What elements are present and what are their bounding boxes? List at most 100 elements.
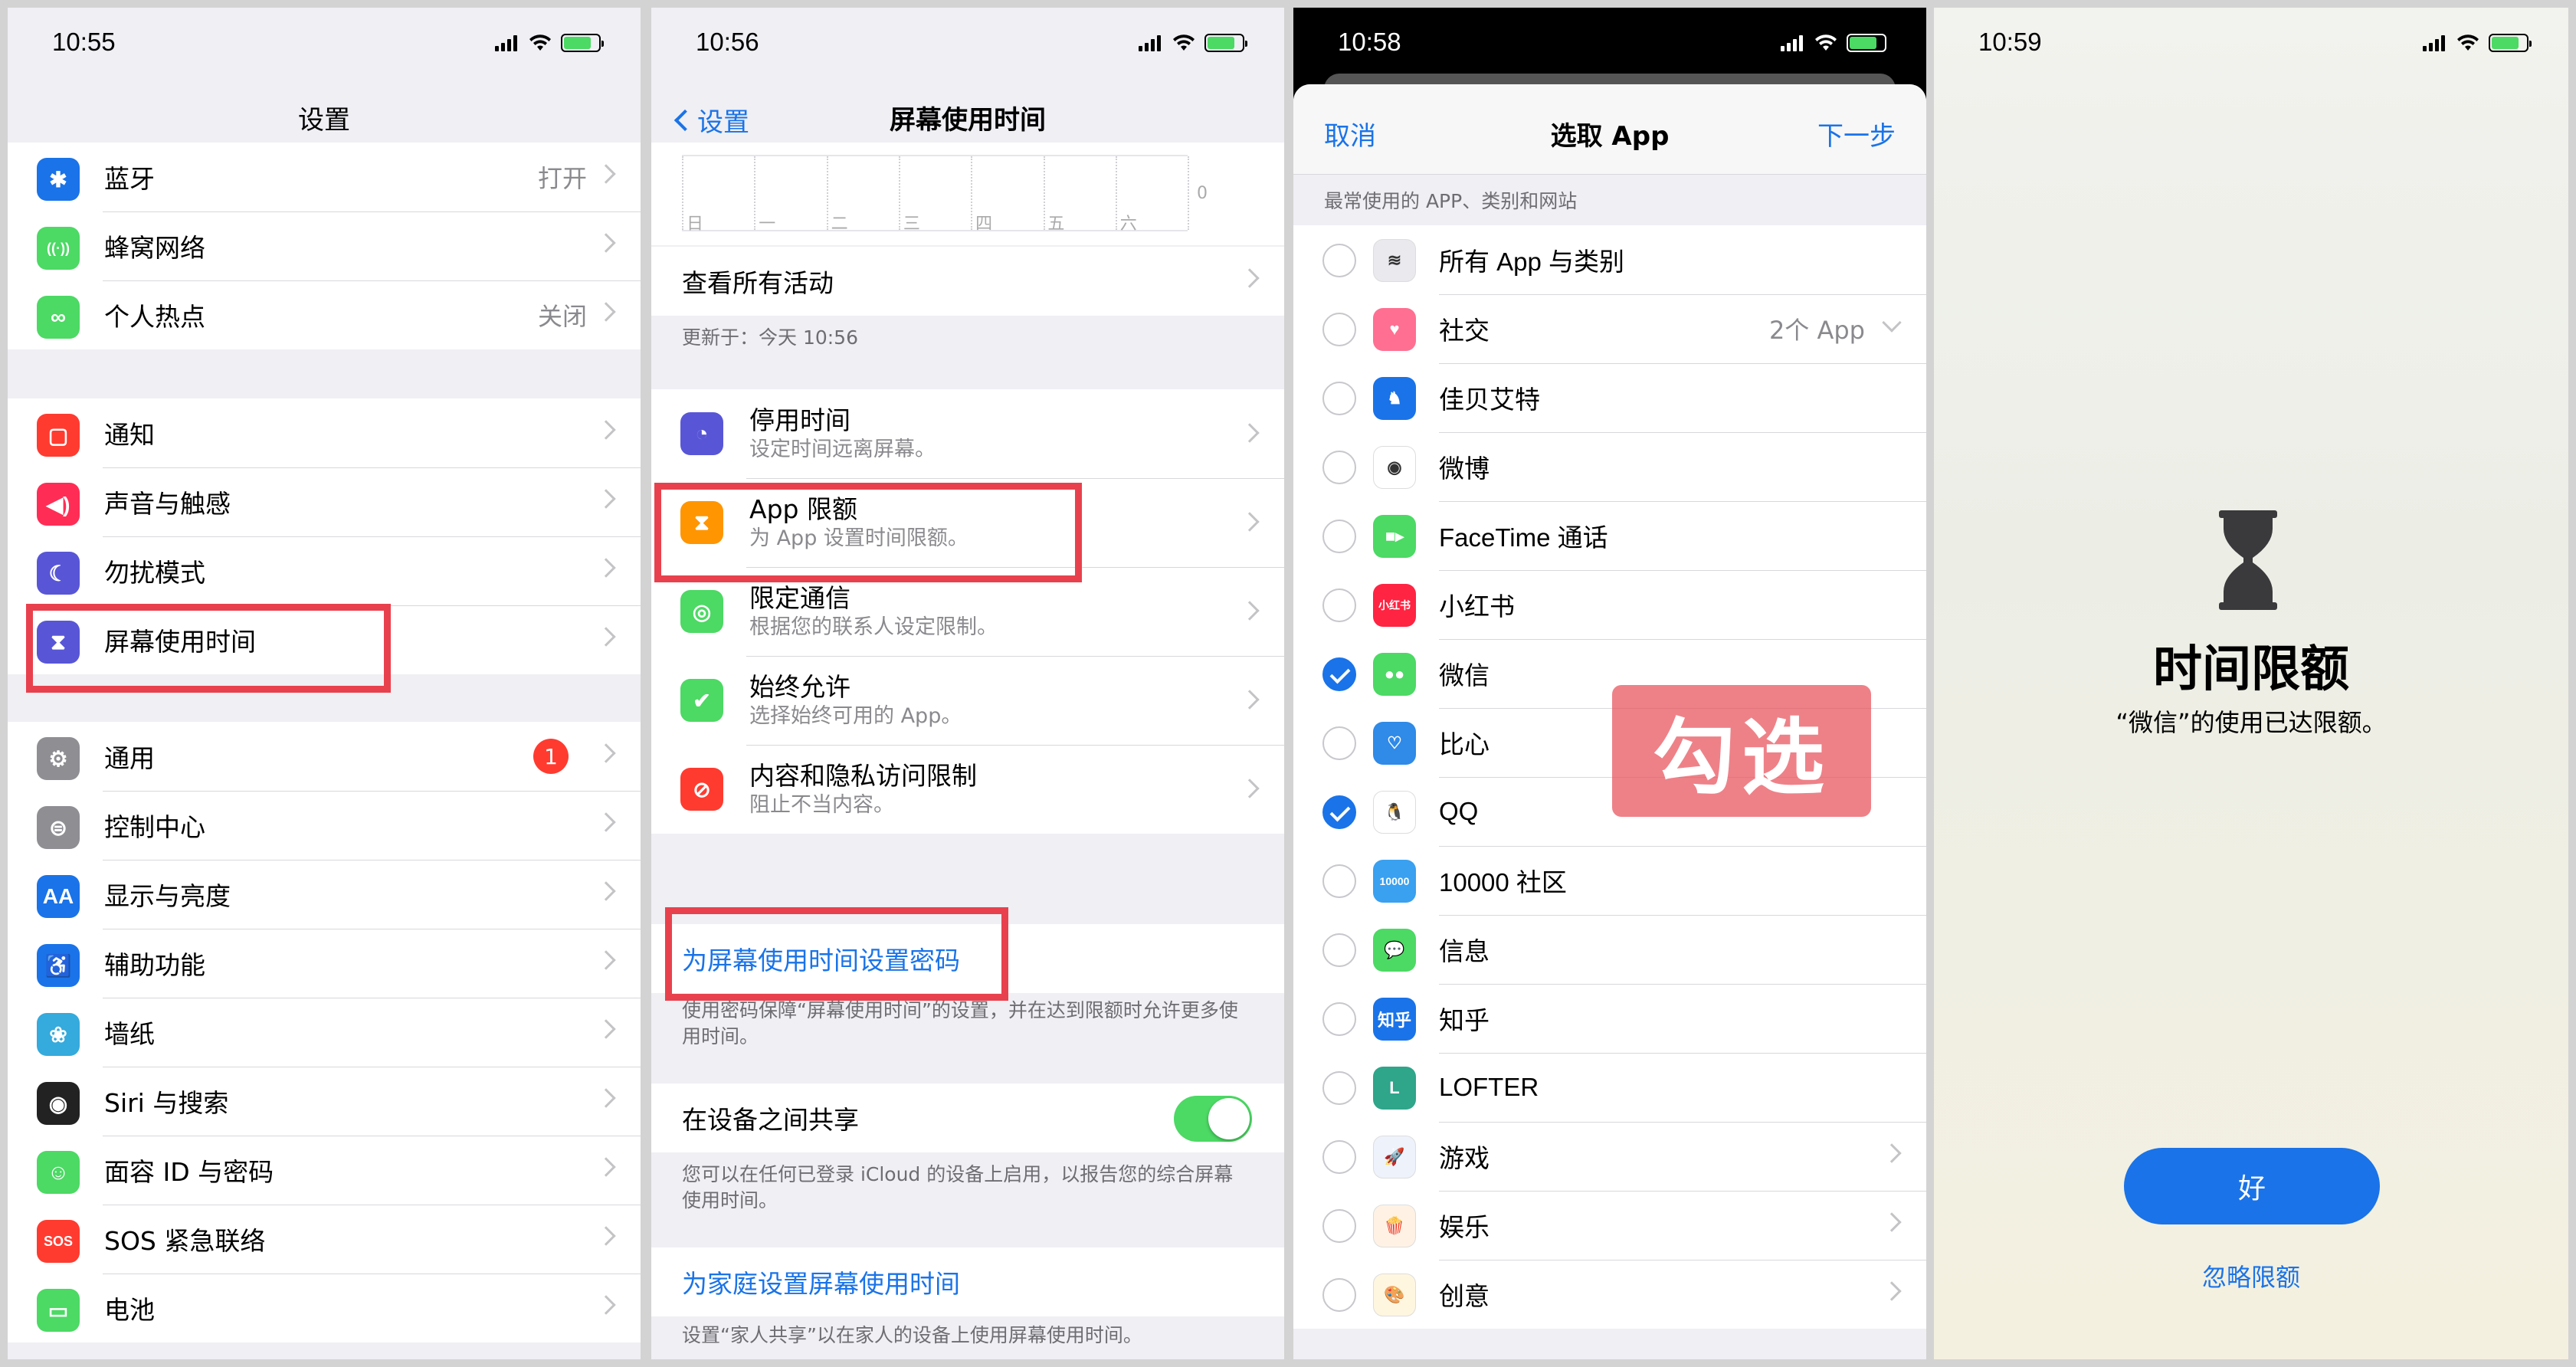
- chevron-right-icon: [596, 420, 616, 440]
- checked-radio-icon[interactable]: [1322, 657, 1356, 691]
- battery-status-icon: [1204, 34, 1247, 52]
- settings-row-value: 关闭: [537, 302, 587, 331]
- chevron-right-icon: [1240, 779, 1260, 798]
- share-label: 在设备之间共享: [682, 1105, 859, 1135]
- chevron-right-icon: [596, 627, 616, 647]
- app-label: 游戏: [1439, 1144, 1490, 1172]
- option-subtitle: 根据您的联系人设定限制。: [749, 615, 998, 639]
- highlight-box: [26, 604, 391, 693]
- settings-row[interactable]: ✱ 蓝牙 打开: [8, 143, 641, 211]
- app-list-item[interactable]: ≋ 所有 App 与类别: [1293, 225, 1926, 294]
- see-all-group: 查看所有活动: [651, 247, 1284, 316]
- app-list-item[interactable]: 小红书 小红书: [1293, 570, 1926, 639]
- hotspot-icon: ∞: [37, 296, 80, 339]
- app-list-item[interactable]: L LOFTER: [1293, 1053, 1926, 1122]
- radio-icon[interactable]: [1322, 1071, 1356, 1105]
- app-list-item[interactable]: ♞ 佳贝艾特: [1293, 363, 1926, 432]
- chevron-right-icon: [1240, 423, 1260, 443]
- wifi-icon: [2457, 34, 2479, 51]
- app-list-item[interactable]: ◉ 微博: [1293, 432, 1926, 501]
- chevron-right-icon: [596, 1157, 616, 1177]
- settings-row-label: 个人热点: [104, 302, 205, 332]
- app-list-item[interactable]: 💬 信息: [1293, 915, 1926, 984]
- settings-row-label: Siri 与搜索: [104, 1088, 229, 1118]
- xiaohongshu-icon: 小红书: [1373, 584, 1416, 627]
- checked-radio-icon[interactable]: [1322, 795, 1356, 829]
- app-list-item[interactable]: ♥ 社交 2个 App: [1293, 294, 1926, 363]
- chevron-right-icon: [1240, 601, 1260, 621]
- family-setup-row[interactable]: 为家庭设置屏幕使用时间: [651, 1247, 1284, 1316]
- settings-row[interactable]: ◉ Siri 与搜索: [8, 1067, 641, 1136]
- radio-icon[interactable]: [1322, 451, 1356, 484]
- back-button[interactable]: 设置: [671, 101, 749, 139]
- settings-row[interactable]: SOS SOS 紧急联络: [8, 1205, 641, 1274]
- settings-screen: 10:55 设置 ✱ 蓝牙 打开 ((·)) 蜂窝网络 ∞ 个人热点 关闭 ▢ 通知 ◀) 声音与触…: [8, 8, 641, 1359]
- screen-time-option-row[interactable]: ⊘ 内容和隐私访问限制 阻止不当内容。: [651, 745, 1284, 834]
- palette-icon: 🎨: [1373, 1274, 1416, 1316]
- settings-row[interactable]: ☺ 面容 ID 与密码: [8, 1136, 641, 1205]
- radio-icon[interactable]: [1322, 244, 1356, 277]
- radio-icon[interactable]: [1322, 313, 1356, 346]
- ignore-limit-button[interactable]: 忽略限额: [1934, 1258, 2568, 1293]
- radio-icon[interactable]: [1322, 588, 1356, 622]
- chevron-right-icon: [1882, 1212, 1902, 1232]
- settings-row[interactable]: ❀ 墙纸: [8, 998, 641, 1067]
- radio-icon[interactable]: [1322, 1209, 1356, 1243]
- settings-row[interactable]: ∞ 个人热点 关闭: [8, 280, 641, 349]
- see-all-activity-row[interactable]: 查看所有活动: [651, 247, 1284, 316]
- screen-time-option-row[interactable]: ◔ 停用时间 设定时间远离屏幕。: [651, 389, 1284, 478]
- app-label: 信息: [1439, 937, 1490, 965]
- radio-icon[interactable]: [1322, 933, 1356, 967]
- popcorn-icon: 🍿: [1373, 1205, 1416, 1247]
- app-list-item[interactable]: 🍿 娱乐: [1293, 1191, 1926, 1260]
- settings-row-label: 面容 ID 与密码: [104, 1157, 274, 1187]
- screen-time-option-row[interactable]: ✔ 始终允许 选择始终可用的 App。: [651, 656, 1284, 745]
- settings-row[interactable]: ▢ 通知: [8, 398, 641, 467]
- messages-icon: 💬: [1373, 929, 1416, 972]
- settings-row[interactable]: ⚙ 通用 1: [8, 722, 641, 791]
- app-label: 所有 App 与类别: [1439, 248, 1625, 276]
- signal-icon: [495, 34, 519, 51]
- chevron-right-icon: [596, 302, 616, 322]
- settings-row[interactable]: ⊜ 控制中心: [8, 791, 641, 860]
- choose-app-sheet: 10:58 取消 选取 App 下一步 最常使用的 APP、类别和网站 ≋ 所有 …: [1293, 8, 1926, 1359]
- qq-icon: 🐧: [1373, 791, 1416, 834]
- radio-icon[interactable]: [1322, 726, 1356, 760]
- radio-icon[interactable]: [1322, 1002, 1356, 1036]
- settings-row[interactable]: AA 显示与亮度: [8, 860, 641, 929]
- radio-icon[interactable]: [1322, 1278, 1356, 1312]
- app-list-item[interactable]: 知乎 知乎: [1293, 984, 1926, 1053]
- signal-icon: [1139, 34, 1163, 51]
- app-list-item[interactable]: 10000 10000 社区: [1293, 846, 1926, 915]
- battery-status-icon: [2489, 34, 2532, 52]
- settings-row[interactable]: ▭ 电池: [8, 1274, 641, 1342]
- chevron-down-icon[interactable]: [1882, 313, 1902, 333]
- facetime-icon: ■▸: [1373, 515, 1416, 558]
- app-list-item[interactable]: 🎨 创意: [1293, 1260, 1926, 1329]
- radio-icon[interactable]: [1322, 1140, 1356, 1174]
- updated-note: 更新于：今天 10:56: [682, 326, 858, 349]
- settings-row[interactable]: ♿ 辅助功能: [8, 929, 641, 998]
- radio-icon[interactable]: [1322, 382, 1356, 415]
- rocket-icon: 🚀: [1373, 1136, 1416, 1179]
- ok-button[interactable]: 好: [2124, 1148, 2380, 1224]
- radio-icon[interactable]: [1322, 520, 1356, 553]
- settings-row[interactable]: ◀) 声音与触感: [8, 467, 641, 536]
- app-label: 微信: [1439, 661, 1490, 690]
- app-label: 知乎: [1439, 1006, 1490, 1034]
- chevron-right-icon: [596, 489, 616, 509]
- app-list-item[interactable]: ■▸ FaceTime 通话: [1293, 501, 1926, 570]
- radio-icon[interactable]: [1322, 864, 1356, 898]
- status-time: 10:55: [52, 28, 116, 56]
- settings-row[interactable]: ☾ 勿扰模式: [8, 536, 641, 605]
- settings-group-connectivity: ✱ 蓝牙 打开 ((·)) 蜂窝网络 ∞ 个人热点 关闭: [8, 143, 641, 349]
- settings-row[interactable]: ((·)) 蜂窝网络: [8, 211, 641, 280]
- chevron-right-icon: [1240, 512, 1260, 532]
- lofter-icon: L: [1373, 1067, 1416, 1110]
- next-button[interactable]: 下一步: [1817, 115, 1896, 152]
- family-group: 为家庭设置屏幕使用时间: [651, 1247, 1284, 1316]
- app-list-item[interactable]: 🚀 游戏: [1293, 1122, 1926, 1191]
- share-toggle[interactable]: [1174, 1096, 1252, 1142]
- settings-row-label: 辅助功能: [104, 950, 205, 980]
- day-labels: 日一二三四五六: [682, 204, 1188, 234]
